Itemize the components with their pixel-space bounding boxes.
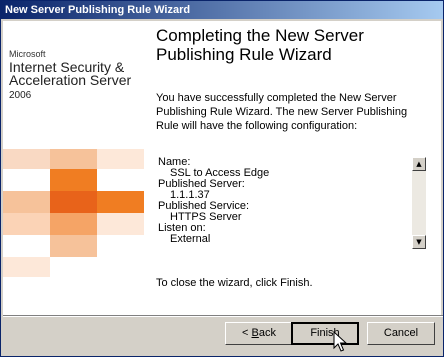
- closing-text: To close the wizard, click Finish.: [156, 277, 313, 289]
- brand-product-line2: Acceleration Server: [9, 72, 132, 88]
- brand-company: Microsoft: [9, 49, 46, 59]
- decor-tile: [97, 213, 144, 235]
- scroll-down-icon[interactable]: ▼: [412, 235, 426, 249]
- decor-tile: [50, 169, 97, 191]
- summary-text: Name: SSL to Access Edge Published Serve…: [158, 157, 388, 245]
- summary-listbox[interactable]: Name: SSL to Access Edge Published Serve…: [153, 156, 427, 250]
- decor-tile: [50, 191, 97, 213]
- wizard-window: New Server Publishing Rule Wizard Micros…: [0, 0, 444, 357]
- window-title: New Server Publishing Rule Wizard: [1, 1, 443, 19]
- decor-tile: [50, 235, 97, 257]
- scroll-up-icon[interactable]: ▲: [412, 157, 426, 171]
- decor-tile: [3, 191, 50, 213]
- content-panel: Completing the New Server Publishing Rul…: [144, 21, 441, 315]
- intro-text: You have successfully completed the New …: [156, 92, 408, 132]
- vertical-scrollbar[interactable]: ▲ ▼: [412, 157, 426, 249]
- brand-product: Internet Security & Acceleration Server …: [9, 60, 144, 102]
- mouse-pointer-icon: [333, 331, 347, 352]
- decor-tile: [50, 213, 97, 235]
- finish-button[interactable]: Finish: [291, 322, 359, 345]
- decor-tile: [3, 213, 50, 235]
- back-button-prefix: <: [242, 327, 252, 339]
- brand-panel: Microsoft Internet Security & Accelerati…: [3, 21, 144, 315]
- back-button-mnemonic: B: [251, 327, 259, 339]
- decor-tile: [97, 191, 144, 213]
- brand-year: 2006: [9, 90, 32, 101]
- decor-tile: [3, 257, 50, 277]
- footer-divider: [3, 315, 443, 317]
- back-button[interactable]: < Back: [225, 322, 293, 345]
- decor-tile: [97, 149, 144, 169]
- summary-line: External: [170, 233, 211, 245]
- page-title: Completing the New Server Publishing Rul…: [156, 26, 364, 64]
- back-button-rest: ack: [258, 327, 276, 339]
- decor-tile: [3, 149, 50, 169]
- cancel-button[interactable]: Cancel: [367, 322, 435, 345]
- decor-tile: [50, 149, 97, 169]
